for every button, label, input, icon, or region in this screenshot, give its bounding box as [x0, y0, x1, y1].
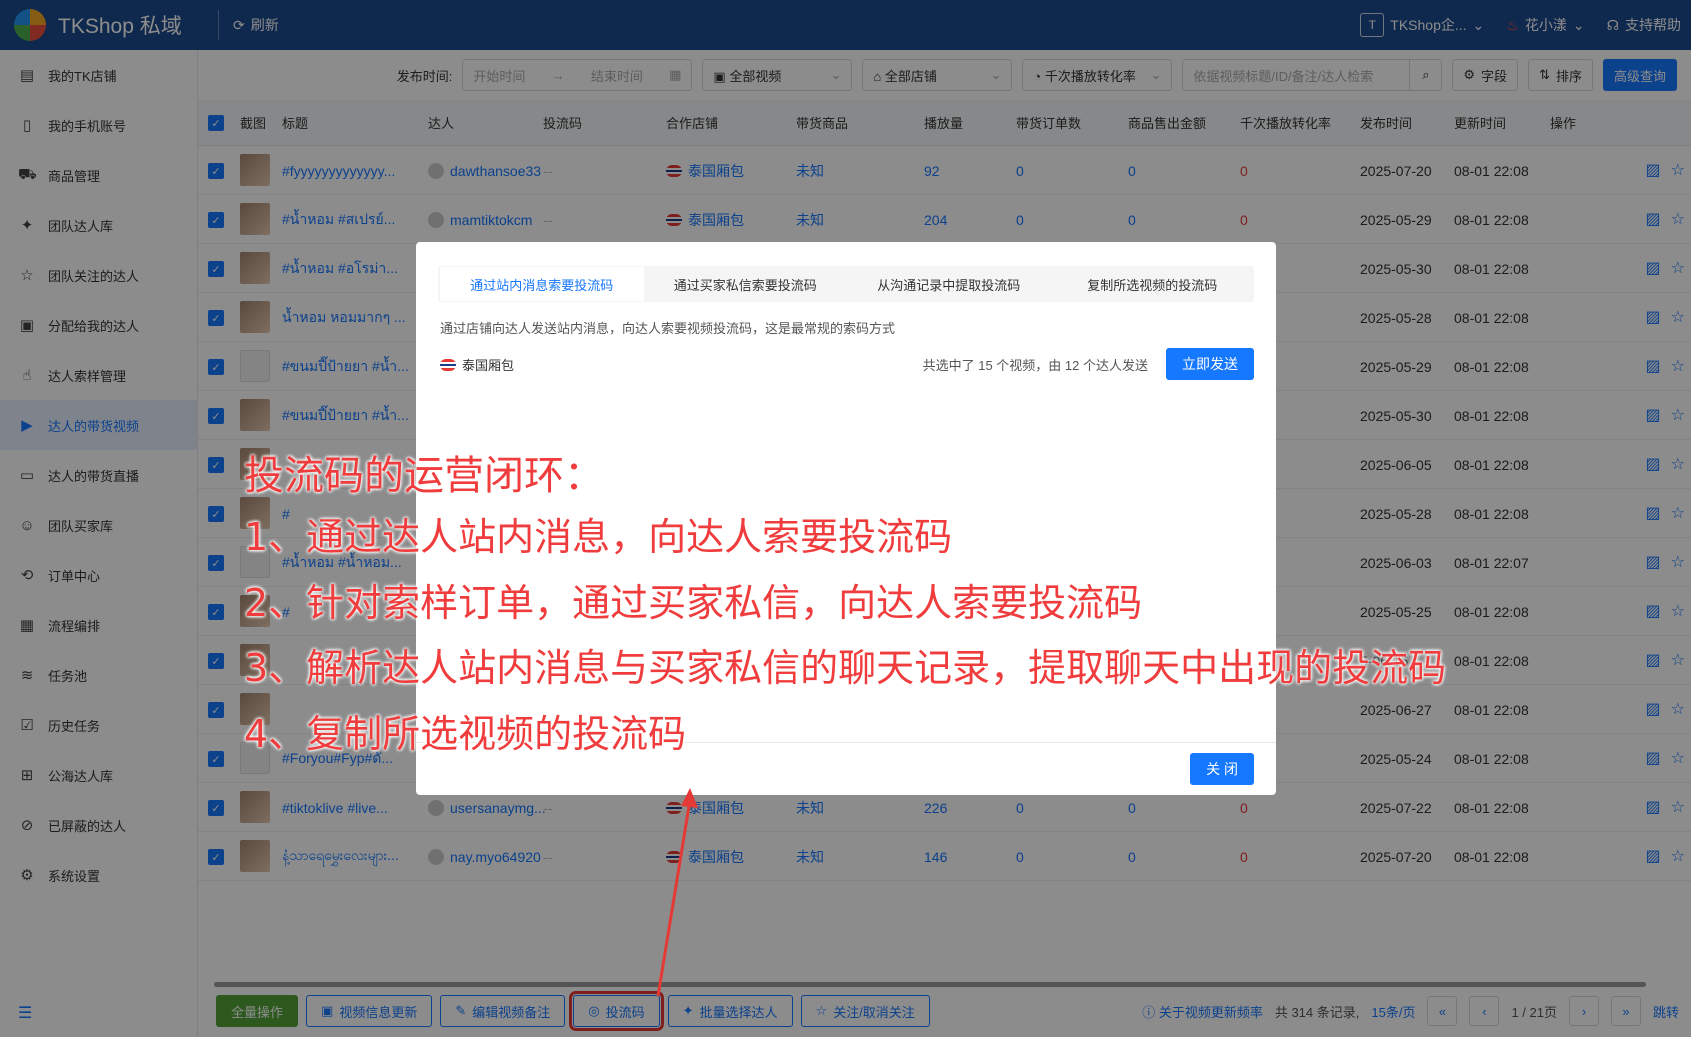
annotation-arrow	[656, 788, 698, 997]
